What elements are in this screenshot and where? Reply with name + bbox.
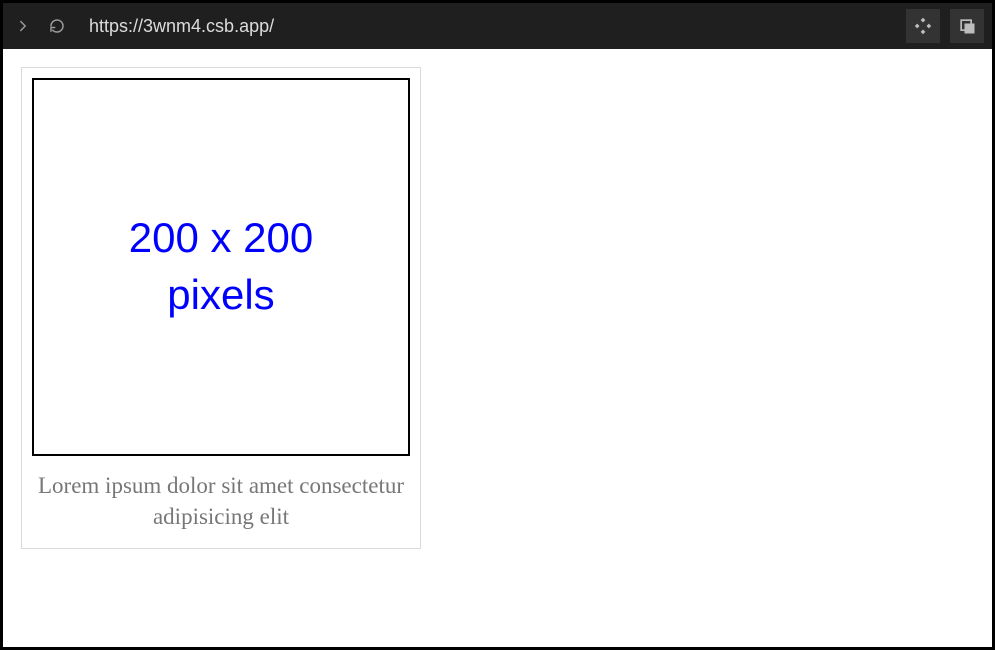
- diamond-grid-icon: [913, 16, 933, 36]
- address-bar[interactable]: [79, 10, 896, 43]
- image-caption: Lorem ipsum dolor sit amet consectetur a…: [32, 468, 410, 538]
- placeholder-dimensions: 200 x 200: [129, 214, 314, 261]
- open-window-button[interactable]: [950, 9, 984, 43]
- browser-toolbar: [3, 3, 992, 49]
- windows-icon: [957, 16, 977, 36]
- reload-icon: [48, 17, 66, 35]
- page-viewport: 200 x 200 pixels Lorem ipsum dolor sit a…: [3, 49, 992, 647]
- browser-frame: 200 x 200 pixels Lorem ipsum dolor sit a…: [0, 0, 995, 650]
- placeholder-unit: pixels: [167, 271, 274, 318]
- forward-button[interactable]: [11, 14, 35, 38]
- image-placeholder: 200 x 200 pixels: [32, 78, 410, 456]
- reload-button[interactable]: [45, 14, 69, 38]
- chevron-right-icon: [14, 17, 32, 35]
- codesandbox-button[interactable]: [906, 9, 940, 43]
- image-card: 200 x 200 pixels Lorem ipsum dolor sit a…: [21, 67, 421, 549]
- placeholder-text: 200 x 200 pixels: [129, 210, 314, 323]
